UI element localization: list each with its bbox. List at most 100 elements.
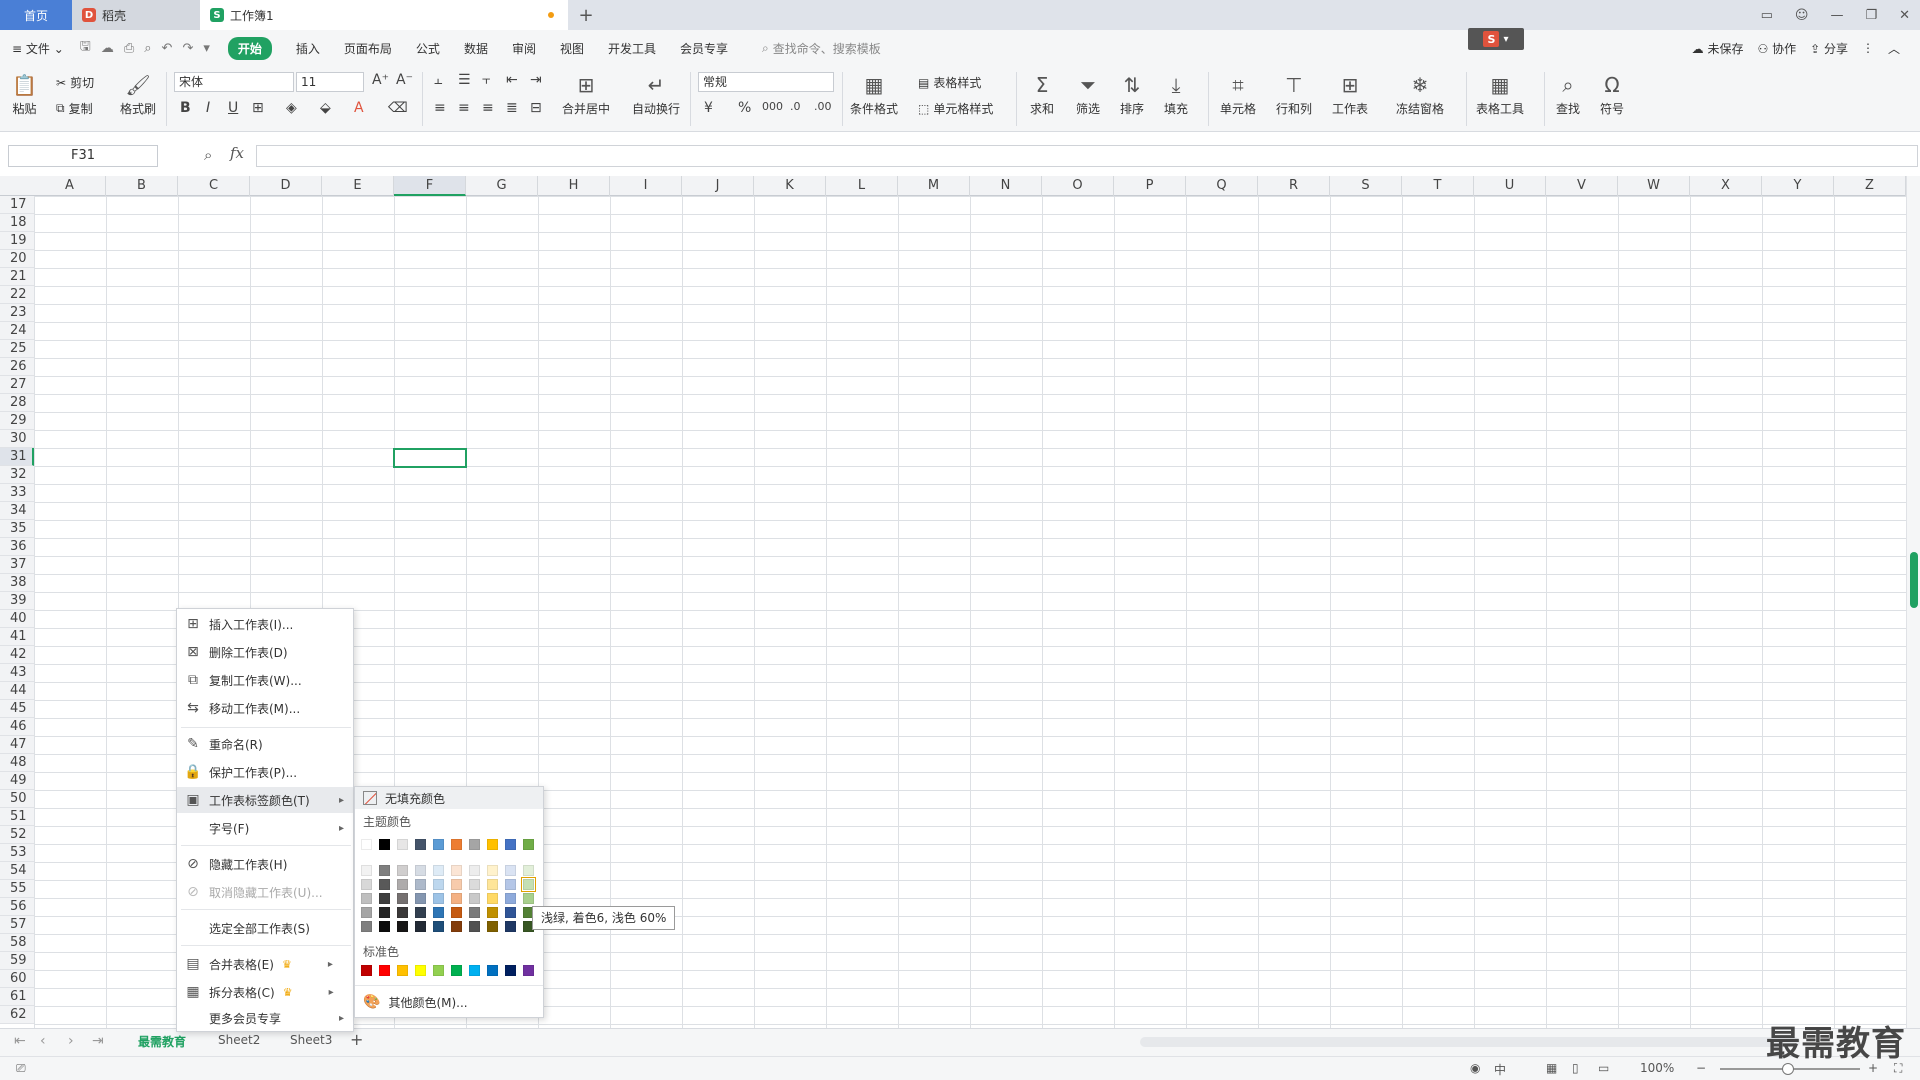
normal-view-icon[interactable]: ▦ xyxy=(1546,1061,1557,1075)
theme-color-shade-swatch[interactable] xyxy=(451,865,462,876)
column-header-n[interactable]: N xyxy=(970,176,1042,196)
standard-color-swatch[interactable] xyxy=(379,965,390,976)
align-center-icon[interactable]: ≡ xyxy=(458,100,470,116)
name-box[interactable]: F31 xyxy=(8,145,158,167)
align-right-icon[interactable]: ≡ xyxy=(482,100,494,116)
ctx-unhide-sheet[interactable]: ⊘ 取消隐藏工作表(U)... xyxy=(177,879,353,905)
theme-color-shade-swatch[interactable] xyxy=(397,865,408,876)
theme-color-shade-swatch[interactable] xyxy=(433,879,444,890)
next-sheet-icon[interactable]: › xyxy=(68,1033,74,1049)
theme-color-swatch[interactable] xyxy=(451,839,462,850)
column-header-y[interactable]: Y xyxy=(1762,176,1834,196)
sheet-tab-1[interactable]: 最需教育 xyxy=(138,1033,186,1050)
clear-format-icon[interactable]: ⌫ xyxy=(388,100,408,116)
ctx-move-sheet[interactable]: ⇆ 移动工作表(M)... xyxy=(177,695,353,721)
column-header-g[interactable]: G xyxy=(466,176,538,196)
collab-button[interactable]: ⚇ 协作 xyxy=(1758,40,1797,57)
theme-color-swatch[interactable] xyxy=(433,839,444,850)
worksheet-button[interactable]: ⊞ 工作表 xyxy=(1332,70,1368,117)
row-header-34[interactable]: 34 xyxy=(0,502,34,520)
row-header-45[interactable]: 45 xyxy=(0,700,34,718)
menu-view[interactable]: 视图 xyxy=(560,40,584,57)
theme-color-shade-swatch[interactable] xyxy=(361,907,372,918)
save-icon[interactable]: 🖫 xyxy=(80,37,91,59)
more-colors-option[interactable]: 🎨 其他颜色(M)... xyxy=(355,991,543,1013)
row-header-61[interactable]: 61 xyxy=(0,988,34,1006)
align-left-icon[interactable]: ≡ xyxy=(434,100,446,116)
row-header-59[interactable]: 59 xyxy=(0,952,34,970)
row-header-52[interactable]: 52 xyxy=(0,826,34,844)
theme-color-shade-swatch[interactable] xyxy=(505,907,516,918)
row-col-button[interactable]: ⊤ 行和列 xyxy=(1276,70,1312,117)
theme-color-shade-swatch[interactable] xyxy=(433,865,444,876)
row-header-35[interactable]: 35 xyxy=(0,520,34,538)
paste-button[interactable]: 📋 粘贴 xyxy=(12,70,37,117)
row-header-46[interactable]: 46 xyxy=(0,718,34,736)
row-header-57[interactable]: 57 xyxy=(0,916,34,934)
row-header-31[interactable]: 31 xyxy=(0,448,34,466)
column-header-c[interactable]: C xyxy=(178,176,250,196)
menu-home[interactable]: 开始 xyxy=(227,36,272,60)
column-header-l[interactable]: L xyxy=(826,176,898,196)
freeze-button[interactable]: ❄ 冻结窗格 xyxy=(1396,70,1444,117)
theme-color-swatch[interactable] xyxy=(379,839,390,850)
row-header-48[interactable]: 48 xyxy=(0,754,34,772)
theme-color-swatch[interactable] xyxy=(469,839,480,850)
menu-insert[interactable]: 插入 xyxy=(296,40,320,57)
standard-color-swatch[interactable] xyxy=(433,965,444,976)
sum-button[interactable]: Σ 求和 xyxy=(1030,70,1054,117)
conditional-format-button[interactable]: ▦ 条件格式 xyxy=(850,70,898,117)
row-header-43[interactable]: 43 xyxy=(0,664,34,682)
theme-color-shade-swatch[interactable] xyxy=(397,893,408,904)
bold-icon[interactable]: B xyxy=(180,100,191,116)
customize-icon[interactable]: ▾ xyxy=(203,41,210,56)
theme-color-swatch[interactable] xyxy=(397,839,408,850)
column-header-v[interactable]: V xyxy=(1546,176,1618,196)
last-sheet-icon[interactable]: ⇥ xyxy=(92,1033,104,1049)
zoom-out-icon[interactable]: − xyxy=(1696,1061,1706,1075)
ctx-delete-sheet[interactable]: ⊠ 删除工作表(D) xyxy=(177,639,353,665)
sheet-tab-2[interactable]: Sheet2 xyxy=(218,1033,260,1047)
theme-color-shade-swatch[interactable] xyxy=(487,879,498,890)
wps-input-badge[interactable]: S ▾ xyxy=(1468,28,1524,50)
ctx-rename[interactable]: ✎ 重命名(R) xyxy=(177,731,353,757)
number-format-select[interactable]: 常规 xyxy=(698,72,834,92)
theme-color-shade-swatch[interactable] xyxy=(505,921,516,932)
row-header-32[interactable]: 32 xyxy=(0,466,34,484)
theme-color-shade-swatch[interactable] xyxy=(379,879,390,890)
menu-formula[interactable]: 公式 xyxy=(416,40,440,57)
theme-color-shade-swatch[interactable] xyxy=(523,893,534,904)
row-header-38[interactable]: 38 xyxy=(0,574,34,592)
justify-icon[interactable]: ≣ xyxy=(506,100,518,116)
zoom-level[interactable]: 100% xyxy=(1640,1061,1674,1075)
row-header-42[interactable]: 42 xyxy=(0,646,34,664)
user-avatar-icon[interactable]: ☺ xyxy=(1795,8,1809,23)
standard-color-swatch[interactable] xyxy=(451,965,462,976)
more-icon[interactable]: ⋮ xyxy=(1862,41,1874,55)
column-header-p[interactable]: P xyxy=(1114,176,1186,196)
first-sheet-icon[interactable]: ⇤ xyxy=(14,1033,26,1049)
theme-color-shade-swatch[interactable] xyxy=(379,893,390,904)
ctx-insert-sheet[interactable]: ⊞ 插入工作表(I)... xyxy=(177,611,353,637)
row-header-44[interactable]: 44 xyxy=(0,682,34,700)
share-button[interactable]: ⇪ 分享 xyxy=(1810,40,1848,57)
theme-color-shade-swatch[interactable] xyxy=(397,879,408,890)
row-header-33[interactable]: 33 xyxy=(0,484,34,502)
row-header-55[interactable]: 55 xyxy=(0,880,34,898)
column-header-j[interactable]: J xyxy=(682,176,754,196)
column-header-k[interactable]: K xyxy=(754,176,826,196)
merge-center-button[interactable]: ⊞ 合并居中 xyxy=(562,70,610,117)
column-header-h[interactable]: H xyxy=(538,176,610,196)
command-search[interactable]: ⌕ 查找命令、搜索模板 xyxy=(762,40,881,57)
ctx-tab-color[interactable]: ▣ 工作表标签颜色(T) ▸ xyxy=(177,787,353,813)
menu-review[interactable]: 审阅 xyxy=(512,40,536,57)
row-header-53[interactable]: 53 xyxy=(0,844,34,862)
row-header-22[interactable]: 22 xyxy=(0,286,34,304)
theme-color-shade-swatch[interactable] xyxy=(521,877,536,892)
align-middle-icon[interactable]: ☰ xyxy=(458,72,471,88)
theme-color-swatch[interactable] xyxy=(487,839,498,850)
theme-color-shade-swatch[interactable] xyxy=(415,921,426,932)
active-cell-f31[interactable] xyxy=(393,448,467,468)
no-fill-option[interactable]: 无填充颜色 xyxy=(355,787,543,809)
filter-button[interactable]: ⏷ 筛选 xyxy=(1076,70,1100,117)
